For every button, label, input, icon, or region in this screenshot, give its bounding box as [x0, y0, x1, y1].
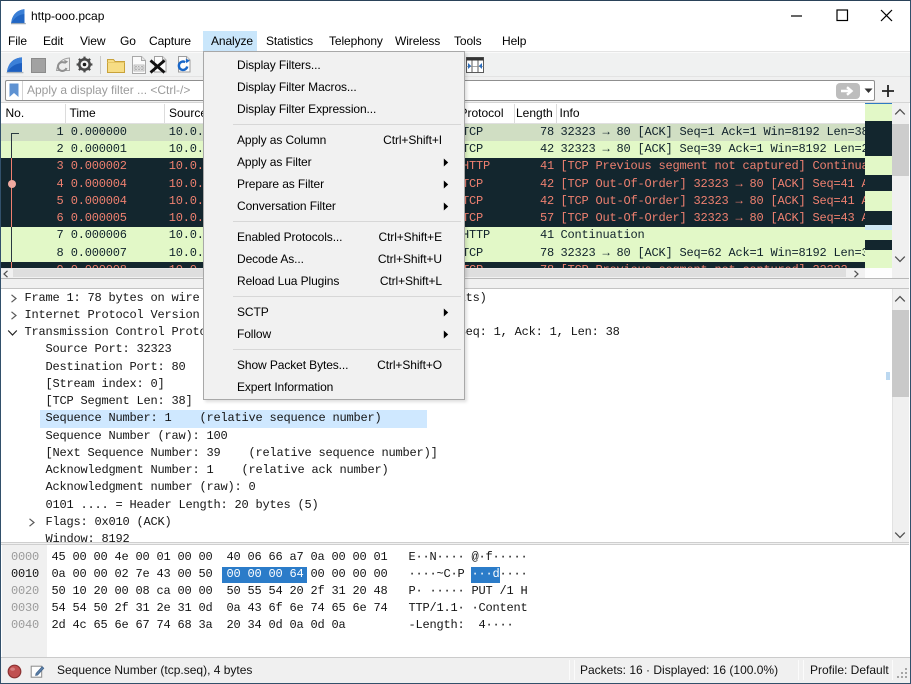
svg-text:010: 010	[135, 66, 144, 72]
